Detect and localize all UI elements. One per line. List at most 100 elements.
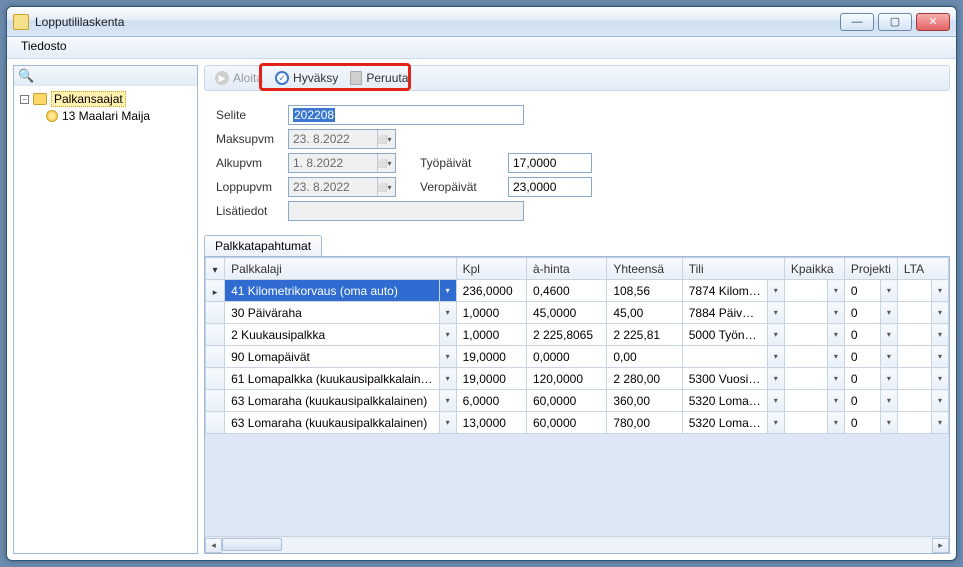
col-lta[interactable]: LTA [897,258,948,280]
cell-projekti[interactable]: 0 [844,390,880,412]
dropdown-icon[interactable]: ▾ [439,280,456,302]
cell-tili[interactable]: 7874 Kilom… [682,280,767,302]
scroll-left-arrow[interactable]: ◂ [205,538,222,553]
row-header[interactable] [206,390,225,412]
dropdown-icon[interactable]: ▾ [880,390,897,412]
cell-kpl[interactable]: 19,0000 [456,346,526,368]
dropdown-icon[interactable]: ▾ [827,390,844,412]
cell-yhteensa[interactable]: 780,00 [607,412,682,434]
cell-lta[interactable] [897,324,931,346]
dropdown-icon[interactable]: ▾ [931,368,948,390]
input-tyopaivat[interactable]: 17,0000 [508,153,592,173]
cell-yhteensa[interactable]: 108,56 [607,280,682,302]
table-row[interactable]: 2 Kuukausipalkka▾1,00002 225,80652 225,8… [206,324,949,346]
dropdown-icon[interactable]: ▾ [767,368,784,390]
cell-yhteensa[interactable]: 360,00 [607,390,682,412]
row-header[interactable] [206,302,225,324]
calendar-dropdown-icon[interactable]: ⬜▾ [377,178,391,196]
cell-ahinta[interactable]: 2 225,8065 [526,324,606,346]
cell-tili[interactable]: 7884 Päiv… [682,302,767,324]
cell-palkkalaji[interactable]: 41 Kilometrikorvaus (oma auto) [225,280,439,302]
file-menu[interactable]: Tiedosto [15,37,73,55]
col-tili[interactable]: Tili [682,258,784,280]
cell-projekti[interactable]: 0 [844,302,880,324]
input-alkupvm[interactable]: 1. 8.2022 ⬜▾ [288,153,396,173]
cancel-button[interactable]: Peruuta [344,69,414,87]
table-row[interactable]: 41 Kilometrikorvaus (oma auto)▾236,00000… [206,280,949,302]
horizontal-scrollbar[interactable]: ◂ ▸ [205,536,949,553]
cell-projekti[interactable]: 0 [844,346,880,368]
cell-palkkalaji[interactable]: 63 Lomaraha (kuukausipalkkalainen) [225,412,439,434]
dropdown-icon[interactable]: ▾ [827,412,844,434]
cell-yhteensa[interactable]: 2 280,00 [607,368,682,390]
input-loppupvm[interactable]: 23. 8.2022 ⬜▾ [288,177,396,197]
cell-kpl[interactable]: 1,0000 [456,302,526,324]
row-header[interactable] [206,324,225,346]
dropdown-icon[interactable]: ▾ [767,302,784,324]
scroll-right-arrow[interactable]: ▸ [932,538,949,553]
dropdown-icon[interactable]: ▾ [931,346,948,368]
col-ahinta[interactable]: à-hinta [526,258,606,280]
dropdown-icon[interactable]: ▾ [767,412,784,434]
dropdown-icon[interactable]: ▾ [880,302,897,324]
cell-kpl[interactable]: 19,0000 [456,368,526,390]
dropdown-icon[interactable]: ▾ [931,390,948,412]
dropdown-icon[interactable]: ▾ [439,368,456,390]
scroll-thumb[interactable] [222,538,282,551]
table-row[interactable]: 63 Lomaraha (kuukausipalkkalainen)▾6,000… [206,390,949,412]
dropdown-icon[interactable]: ▾ [880,324,897,346]
cell-projekti[interactable]: 0 [844,280,880,302]
cell-kpl[interactable]: 1,0000 [456,324,526,346]
dropdown-icon[interactable]: ▾ [439,390,456,412]
dropdown-icon[interactable]: ▾ [767,280,784,302]
dropdown-icon[interactable]: ▾ [880,412,897,434]
calendar-dropdown-icon[interactable]: ⬜▾ [377,154,391,172]
cell-kpaikka[interactable] [784,280,827,302]
cell-tili[interactable] [682,346,767,368]
tree-child[interactable]: 13 Maalari Maija [18,108,193,124]
cell-lta[interactable] [897,412,931,434]
cell-lta[interactable] [897,390,931,412]
minimize-button[interactable]: — [840,13,874,31]
cell-projekti[interactable]: 0 [844,324,880,346]
cell-kpaikka[interactable] [784,368,827,390]
tab-palkkatapahtumat[interactable]: Palkkatapahtumat [204,235,322,256]
dropdown-icon[interactable]: ▾ [880,346,897,368]
dropdown-icon[interactable]: ▾ [931,412,948,434]
approve-button[interactable]: ✓ Hyväksy [269,69,344,87]
cell-ahinta[interactable]: 45,0000 [526,302,606,324]
binoculars-icon[interactable]: 🔍 [18,68,34,84]
dropdown-icon[interactable]: ▾ [880,280,897,302]
cell-kpaikka[interactable] [784,390,827,412]
tree-root[interactable]: − Palkansaajat [18,90,193,108]
cell-palkkalaji[interactable]: 90 Lomapäivät [225,346,439,368]
cell-kpaikka[interactable] [784,324,827,346]
row-header[interactable] [206,412,225,434]
dropdown-icon[interactable]: ▾ [827,302,844,324]
titlebar[interactable]: Lopputililaskenta — ▢ ✕ [7,7,956,37]
col-palkkalaji[interactable]: Palkkalaji [225,258,456,280]
dropdown-icon[interactable]: ▾ [931,302,948,324]
cell-palkkalaji[interactable]: 2 Kuukausipalkka [225,324,439,346]
cell-tili[interactable]: 5300 Vuosi… [682,368,767,390]
col-yhteensa[interactable]: Yhteensä [607,258,682,280]
cell-ahinta[interactable]: 60,0000 [526,412,606,434]
table-row[interactable]: 63 Lomaraha (kuukausipalkkalainen)▾13,00… [206,412,949,434]
input-veropaivat[interactable]: 23,0000 [508,177,592,197]
dropdown-icon[interactable]: ▾ [931,324,948,346]
row-header[interactable] [206,368,225,390]
col-kpl[interactable]: Kpl [456,258,526,280]
cell-projekti[interactable]: 0 [844,412,880,434]
cell-palkkalaji[interactable]: 30 Päiväraha [225,302,439,324]
cell-ahinta[interactable]: 0,4600 [526,280,606,302]
cell-kpl[interactable]: 236,0000 [456,280,526,302]
grid-filter-button[interactable]: ▾ [206,258,225,280]
dropdown-icon[interactable]: ▾ [827,368,844,390]
scroll-track[interactable] [222,538,932,553]
row-header[interactable] [206,346,225,368]
cell-tili[interactable]: 5320 Loma… [682,412,767,434]
dropdown-icon[interactable]: ▾ [439,302,456,324]
dropdown-icon[interactable]: ▾ [880,368,897,390]
col-projekti[interactable]: Projekti [844,258,897,280]
cell-ahinta[interactable]: 60,0000 [526,390,606,412]
